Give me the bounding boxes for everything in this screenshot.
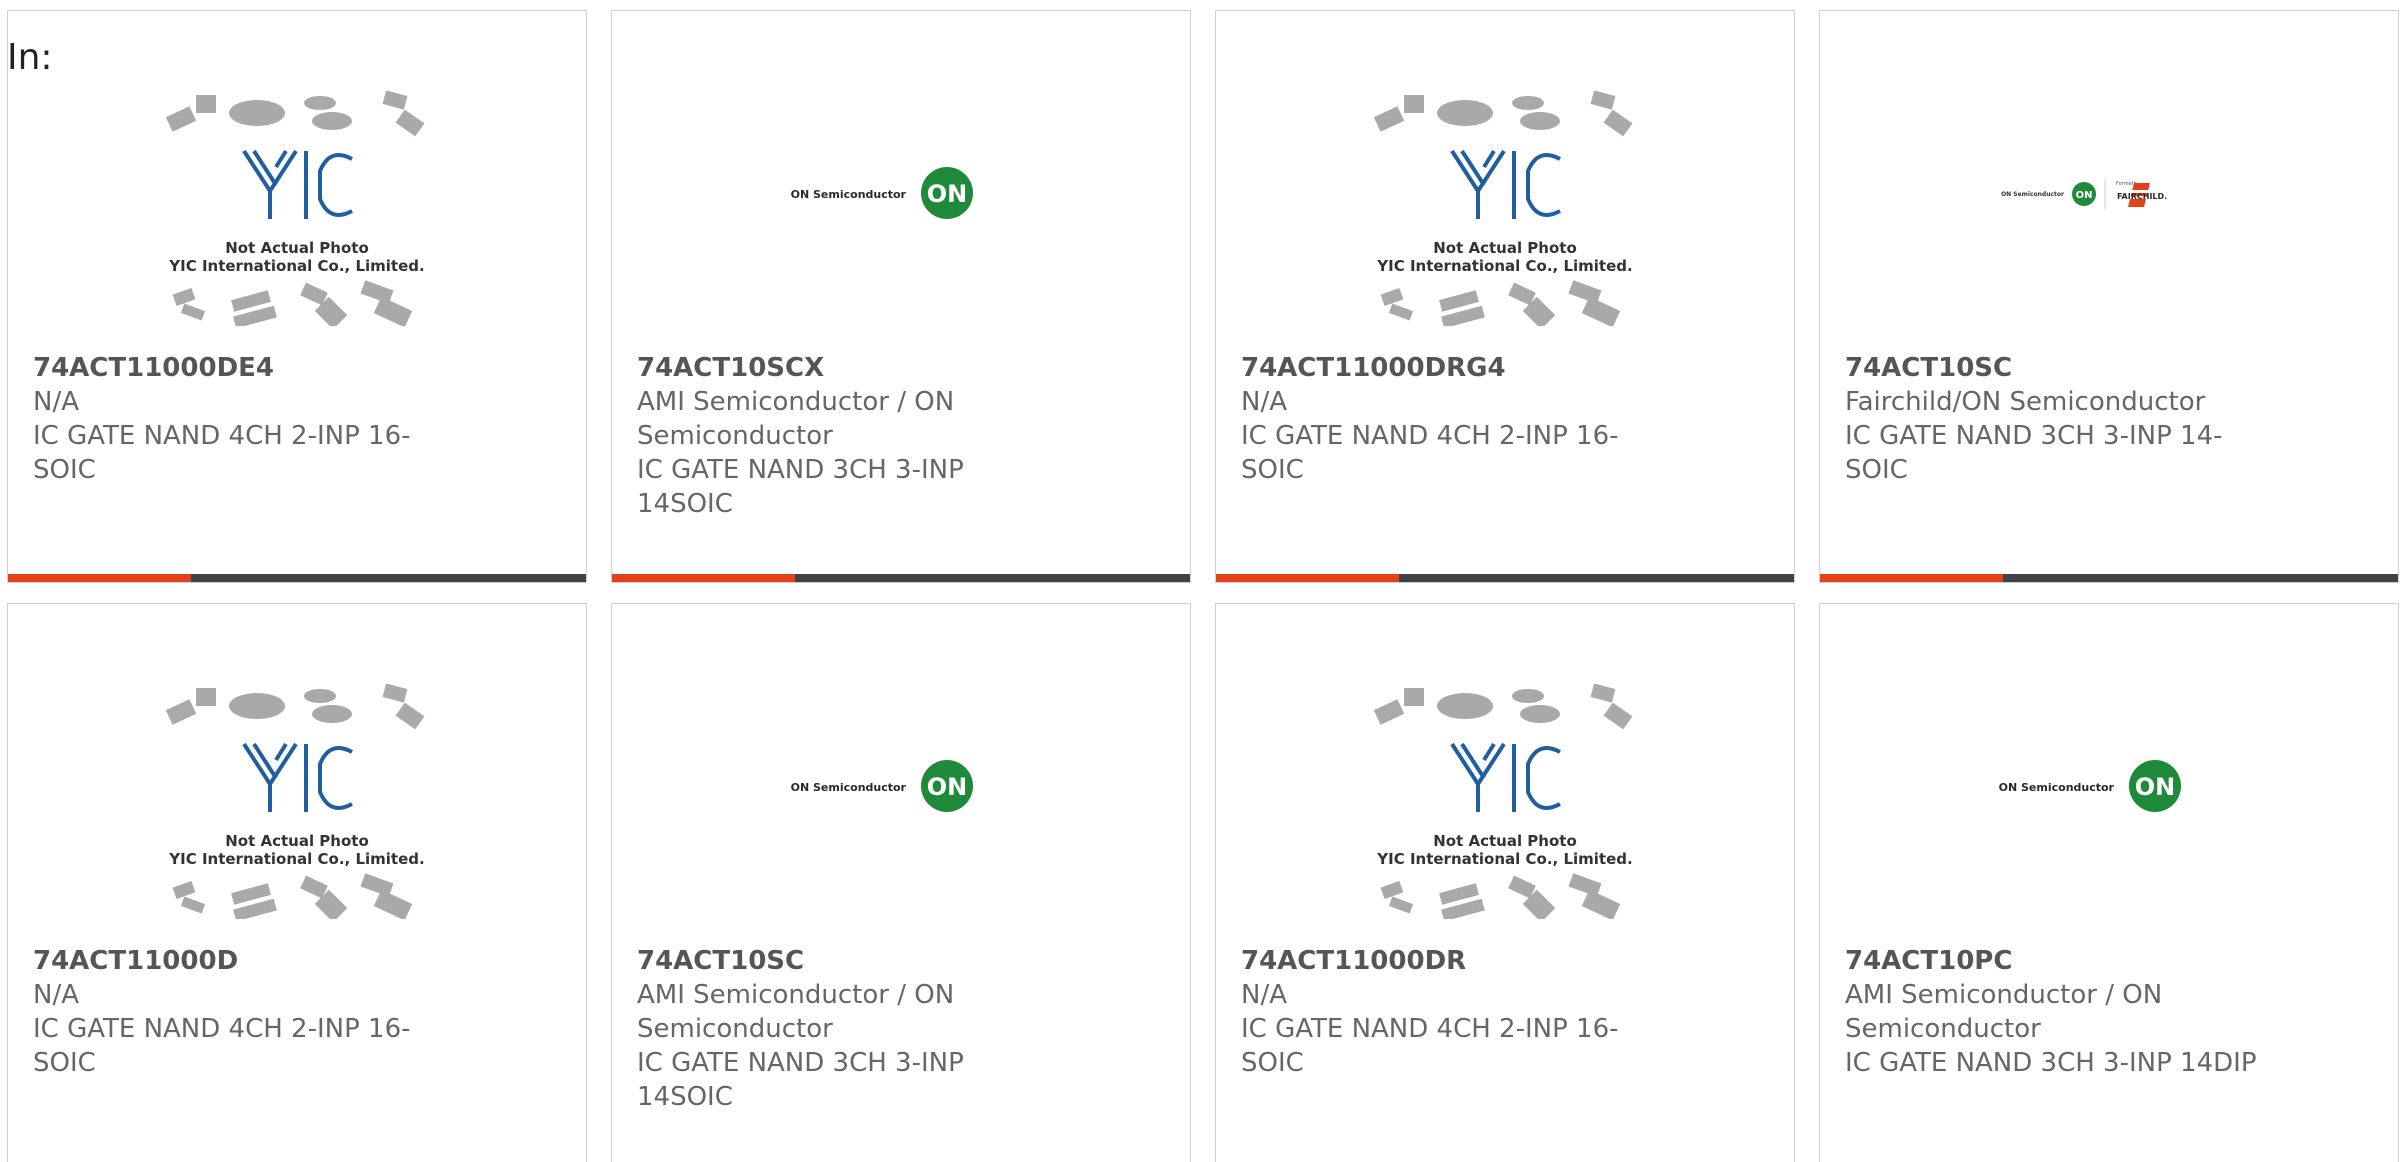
yic-placeholder-icon: Not Actual Photo YIC International Co., …	[1373, 684, 1633, 919]
product-card[interactable]: Not Actual Photo YIC International Co., …	[1215, 10, 1795, 583]
fairchild-logo-brand: FAIRCHILD.	[2117, 192, 2167, 201]
yic-placeholder-icon: Not Actual Photo YIC International Co., …	[165, 684, 425, 919]
product-card[interactable]: ON Semiconductor ON 74ACT10SC AMI Semico…	[611, 603, 1191, 1162]
manufacturer: AMI Semiconductor / ON Semiconductor	[637, 980, 955, 1044]
yic-caption-line1: Not Actual Photo	[225, 832, 369, 850]
yic-caption-line1: Not Actual Photo	[225, 239, 369, 257]
part-number[interactable]: 74ACT11000DR	[1241, 944, 1671, 978]
yic-caption-line2: YIC International Co., Limited.	[168, 850, 424, 868]
on-semiconductor-logo: ON Semiconductor ON	[1999, 760, 2181, 812]
card-bar	[612, 574, 1190, 582]
yic-caption-line2: YIC International Co., Limited.	[168, 257, 424, 275]
manufacturer: AMI Semiconductor / ON Semiconductor	[1845, 980, 2163, 1044]
card-bar	[8, 574, 586, 582]
card-bar-accent	[8, 574, 191, 582]
product-grid: Not Actual Photo YIC International Co., …	[7, 10, 2399, 1162]
card-bar	[1820, 574, 2398, 582]
card-bar	[1216, 574, 1794, 582]
yic-placeholder-icon: Not Actual Photo YIC International Co., …	[1373, 91, 1633, 326]
product-image[interactable]: Not Actual Photo YIC International Co., …	[8, 91, 586, 326]
on-logo-text: ON Semiconductor	[791, 781, 907, 794]
on-logo-mark: ON	[927, 180, 968, 208]
description: IC GATE NAND 4CH 2-INP 16-SOIC	[33, 1014, 411, 1078]
part-number[interactable]: 74ACT10SCX	[637, 351, 1067, 385]
on-logo-text: ON Semiconductor	[1999, 781, 2115, 794]
product-image[interactable]: ON Semiconductor ON	[612, 91, 1190, 321]
yic-caption-line1: Not Actual Photo	[1433, 239, 1577, 257]
card-bar-accent	[612, 574, 795, 582]
product-image[interactable]: Not Actual Photo YIC International Co., …	[1216, 91, 1794, 326]
manufacturer: N/A	[33, 387, 79, 417]
card-bar-accent	[1820, 574, 2003, 582]
card-bar-accent	[1216, 574, 1399, 582]
product-image[interactable]: ON Semiconductor ON	[1820, 684, 2398, 914]
manufacturer: N/A	[1241, 980, 1287, 1010]
description: IC GATE NAND 3CH 3-INP 14SOIC	[637, 455, 964, 519]
manufacturer: N/A	[1241, 387, 1287, 417]
product-card[interactable]: ON Semiconductor ON Formerly FAIRCHILD. …	[1819, 10, 2399, 583]
part-number[interactable]: 74ACT11000DE4	[33, 351, 463, 385]
product-card[interactable]: Not Actual Photo YIC International Co., …	[1215, 603, 1795, 1162]
part-number[interactable]: 74ACT10SC	[1845, 351, 2275, 385]
on-logo-mark: ON	[927, 773, 968, 801]
description: IC GATE NAND 3CH 3-INP 14-SOIC	[1845, 421, 2223, 485]
part-number[interactable]: 74ACT11000D	[33, 944, 463, 978]
on-logo-text: ON Semiconductor	[791, 188, 907, 201]
manufacturer: N/A	[33, 980, 79, 1010]
part-number[interactable]: 74ACT10SC	[637, 944, 1067, 978]
description: IC GATE NAND 3CH 3-INP 14SOIC	[637, 1048, 964, 1112]
yic-placeholder-icon: Not Actual Photo YIC International Co., …	[165, 91, 425, 326]
product-image[interactable]: Not Actual Photo YIC International Co., …	[1216, 684, 1794, 919]
on-logo-mark: ON	[2135, 773, 2176, 801]
on-semiconductor-logo: ON Semiconductor ON	[791, 760, 973, 812]
yic-caption-line2: YIC International Co., Limited.	[1376, 257, 1632, 275]
description: IC GATE NAND 4CH 2-INP 16-SOIC	[33, 421, 411, 485]
product-grid-page: In: Not Actual Photo YIC International C…	[0, 0, 2400, 1162]
yic-caption-line2: YIC International Co., Limited.	[1376, 850, 1632, 868]
product-card[interactable]: Not Actual Photo YIC International Co., …	[7, 603, 587, 1162]
description: IC GATE NAND 4CH 2-INP 16-SOIC	[1241, 421, 1619, 485]
description: IC GATE NAND 3CH 3-INP 14DIP	[1845, 1048, 2257, 1078]
product-image[interactable]: ON Semiconductor ON Formerly FAIRCHILD.	[1820, 91, 2398, 321]
fairchild-logo-mark: ON	[2076, 190, 2093, 201]
product-image[interactable]: ON Semiconductor ON	[612, 684, 1190, 914]
on-fairchild-logo: ON Semiconductor ON Formerly FAIRCHILD.	[2001, 179, 2167, 209]
in-heading: In:	[7, 37, 53, 78]
part-number[interactable]: 74ACT11000DRG4	[1241, 351, 1671, 385]
manufacturer: Fairchild/ON Semiconductor	[1845, 387, 2206, 417]
part-number[interactable]: 74ACT10PC	[1845, 944, 2275, 978]
fairchild-logo-on-text: ON Semiconductor	[2001, 191, 2064, 198]
product-card[interactable]: ON Semiconductor ON 74ACT10PC AMI Semico…	[1819, 603, 2399, 1162]
yic-caption-line1: Not Actual Photo	[1433, 832, 1577, 850]
manufacturer: AMI Semiconductor / ON Semiconductor	[637, 387, 955, 451]
product-image[interactable]: Not Actual Photo YIC International Co., …	[8, 684, 586, 919]
product-card[interactable]: ON Semiconductor ON 74ACT10SCX AMI Semic…	[611, 10, 1191, 583]
on-semiconductor-logo: ON Semiconductor ON	[791, 167, 973, 219]
product-card[interactable]: Not Actual Photo YIC International Co., …	[7, 10, 587, 583]
description: IC GATE NAND 4CH 2-INP 16-SOIC	[1241, 1014, 1619, 1078]
